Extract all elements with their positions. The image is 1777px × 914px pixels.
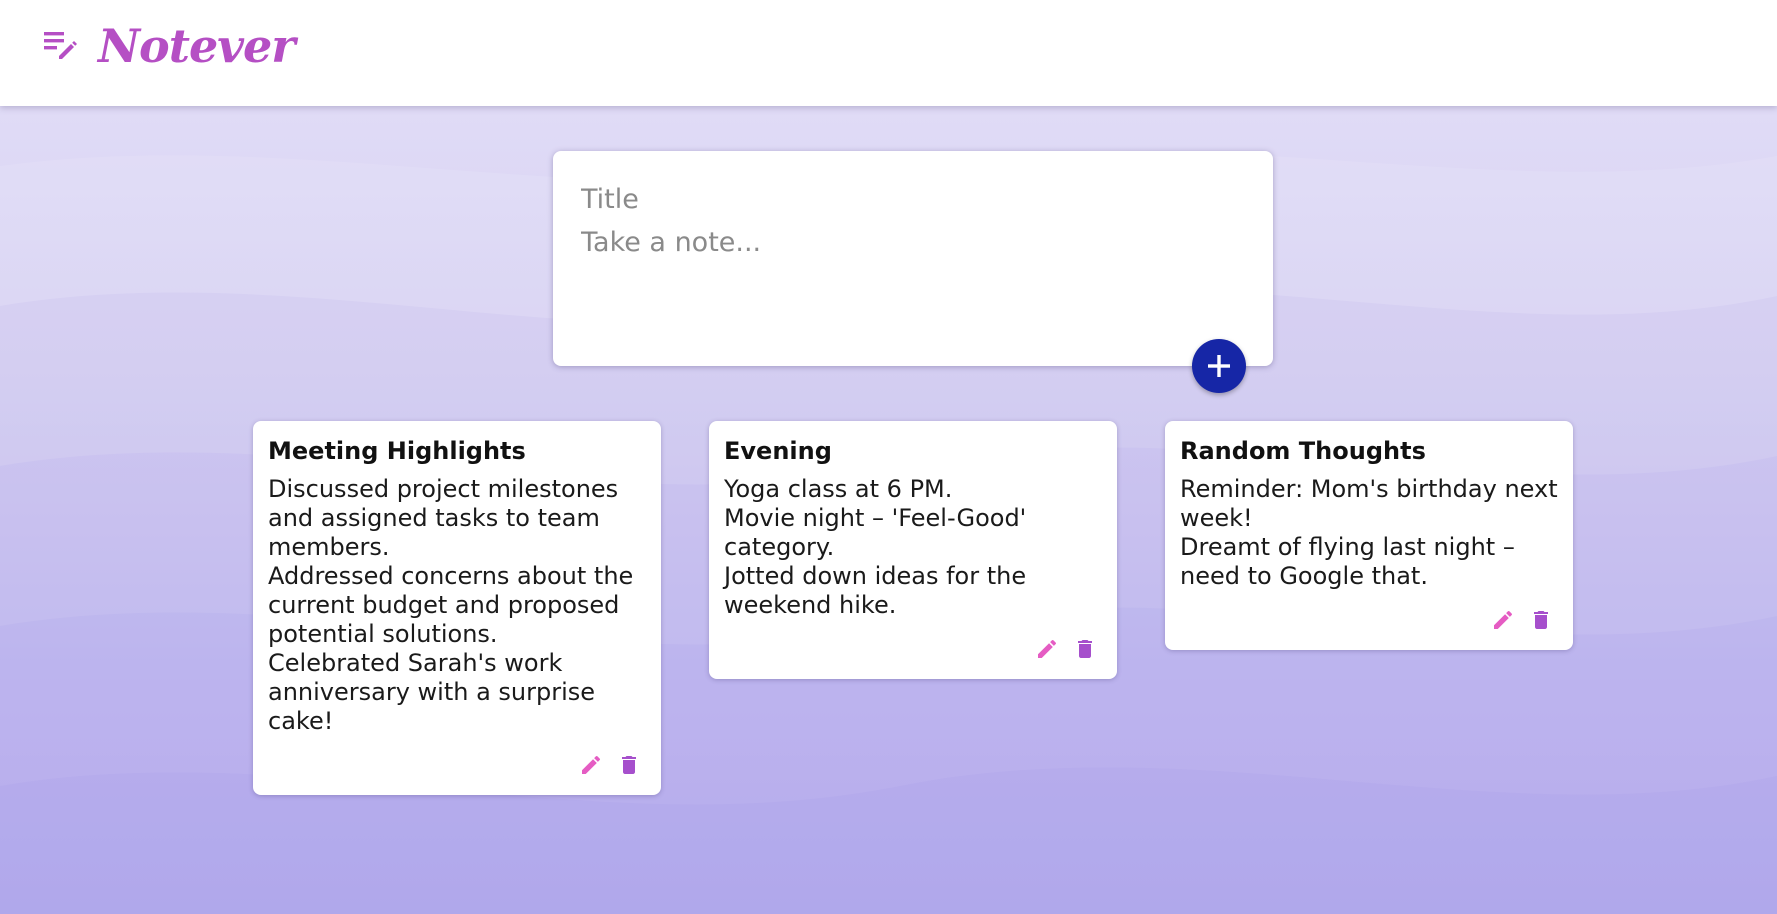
edit-note-button[interactable]: [1035, 636, 1059, 662]
note-body: Reminder: Mom's birthday next week! Drea…: [1180, 475, 1559, 591]
title-input[interactable]: [581, 179, 1241, 219]
note-body: Discussed project milestones and assigne…: [268, 475, 647, 736]
note-actions: [579, 752, 641, 778]
note-title: Meeting Highlights: [268, 437, 526, 465]
trash-icon: [622, 756, 636, 774]
pencil-icon: [1038, 639, 1057, 658]
note-input[interactable]: [581, 227, 1241, 287]
add-note-button[interactable]: [1192, 339, 1246, 393]
delete-note-button[interactable]: [1073, 636, 1097, 662]
edit-note-button[interactable]: [579, 752, 603, 778]
note-title: Evening: [724, 437, 832, 465]
note-actions: [1035, 636, 1097, 662]
notes-edit-icon: [44, 32, 77, 59]
trash-icon: [1078, 640, 1092, 658]
note-card: Evening Yoga class at 6 PM. Movie night …: [709, 421, 1117, 679]
note-line: Reminder: Mom's birthday next week!: [1180, 475, 1558, 532]
note-line: Jotted down ideas for the weekend hike.: [724, 562, 1027, 619]
note-title: Random Thoughts: [1180, 437, 1426, 465]
trash-icon: [1534, 611, 1548, 629]
note-actions: [1491, 607, 1553, 633]
note-line: Celebrated Sarah's work anniversary with…: [268, 649, 596, 735]
app-header: Notever: [0, 0, 1777, 106]
pencil-icon: [582, 755, 601, 774]
note-composer: [553, 151, 1273, 366]
note-line: Dreamt of flying last night – need to Go…: [1180, 533, 1515, 590]
note-card: Meeting Highlights Discussed project mil…: [253, 421, 661, 795]
note-line: Movie night – 'Feel-Good' category.: [724, 504, 1027, 561]
note-line: Yoga class at 6 PM.: [724, 475, 953, 503]
app-logo: Notever: [98, 19, 295, 73]
delete-note-button[interactable]: [1529, 607, 1553, 633]
delete-note-button[interactable]: [617, 752, 641, 778]
note-line: Addressed concerns about the current bud…: [268, 562, 634, 648]
note-card: Random Thoughts Reminder: Mom's birthday…: [1165, 421, 1573, 650]
plus-icon: [1208, 355, 1230, 377]
edit-note-button[interactable]: [1491, 607, 1515, 633]
pencil-icon: [1494, 610, 1513, 629]
note-line: Discussed project milestones and assigne…: [268, 475, 619, 561]
note-body: Yoga class at 6 PM. Movie night – 'Feel-…: [724, 475, 1103, 620]
